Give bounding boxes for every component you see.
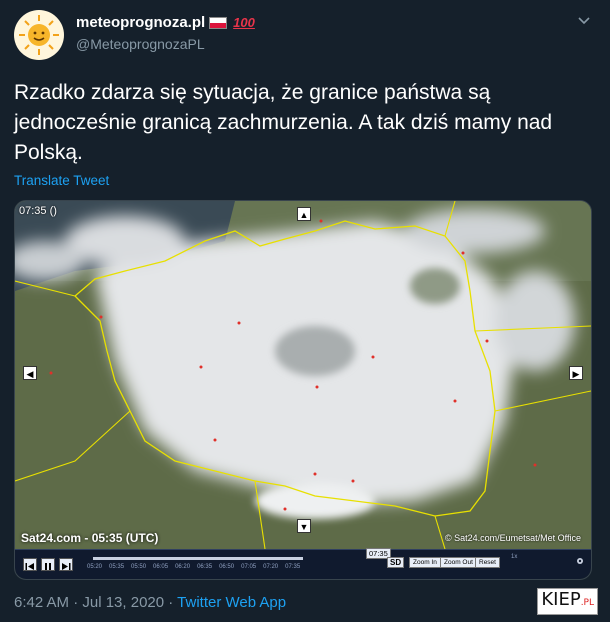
satellite-map [15,201,591,549]
skip-forward-icon [62,563,71,570]
timeline-tick: 07:05 [241,564,257,570]
timeline-tick: 06:50 [219,564,235,570]
tweet-source-link[interactable]: Twitter Web App [177,594,286,611]
timeline-slider[interactable]: 07:35 [93,548,391,560]
author-name-row[interactable]: meteoprognoza.pl 100 [76,14,255,31]
pause-icon [45,563,51,570]
skip-back-icon [25,563,34,570]
watermark-main: KIEP [541,589,581,610]
timeline-tick: 05:50 [131,564,147,570]
zoom-out-button[interactable]: Zoom Out [440,557,477,568]
map-timestamp: 07:35 () [19,205,57,217]
chevron-down-icon[interactable] [576,12,592,28]
animation-controls: 07:35 05:20 05:35 05:50 06:05 06:20 06:3… [15,548,591,579]
pan-up-icon[interactable]: ▲ [297,207,311,221]
zoom-in-button[interactable]: Zoom In [409,557,441,568]
pan-left-icon[interactable]: ◀ [23,366,37,380]
tweet-time-text[interactable]: 6:42 AM · Jul 13, 2020 · [14,594,177,611]
watermark-suffix: .PL [580,598,594,608]
pan-down-icon[interactable]: ▼ [297,519,311,533]
skip-back-button[interactable] [23,558,37,571]
speed-label: 1x [511,554,518,560]
pause-button[interactable] [41,558,55,571]
timeline-tick: 07:35 [285,564,301,570]
author-handle[interactable]: @MeteoprognozaPL [76,36,205,52]
poland-flag-icon [209,16,228,29]
tweet-text: Rzadko zdarza się sytuacja, że granice p… [14,81,553,164]
sat24-label: Sat24.com - 05:35 (UTC) [21,531,159,545]
satellite-image[interactable]: 07:35 () ▲ ◀ ▶ ▼ Sat24.com - 05:35 (UTC)… [14,200,592,580]
settings-icon[interactable] [575,556,585,566]
timeline-tick: 05:35 [109,564,125,570]
timeline-tick: 05:20 [87,564,103,570]
reset-button[interactable]: Reset [475,557,500,568]
timeline-ticks: 05:20 05:35 05:50 06:05 06:20 06:35 06:5… [87,564,300,570]
pan-right-icon[interactable]: ▶ [569,366,583,380]
timeline-tick: 06:20 [175,564,191,570]
sun-icon [19,15,59,55]
hundred-points-icon: 100 [233,15,255,30]
sd-button[interactable]: SD [387,557,405,568]
avatar[interactable] [14,10,64,60]
timeline-tick: 06:05 [153,564,169,570]
timeline-tick: 07:20 [263,564,279,570]
timeline-tick: 06:35 [197,564,213,570]
author-display-name[interactable]: meteoprognoza.pl [76,14,205,31]
translate-tweet-link[interactable]: Translate Tweet [14,173,109,188]
tweet-timestamp: 6:42 AM · Jul 13, 2020 · Twitter Web App [14,594,286,611]
skip-forward-button[interactable] [59,558,73,571]
kiep-watermark: KIEP.PL [537,588,598,615]
image-credit: © Sat24.com/Eumetsat/Met Office [444,533,581,543]
